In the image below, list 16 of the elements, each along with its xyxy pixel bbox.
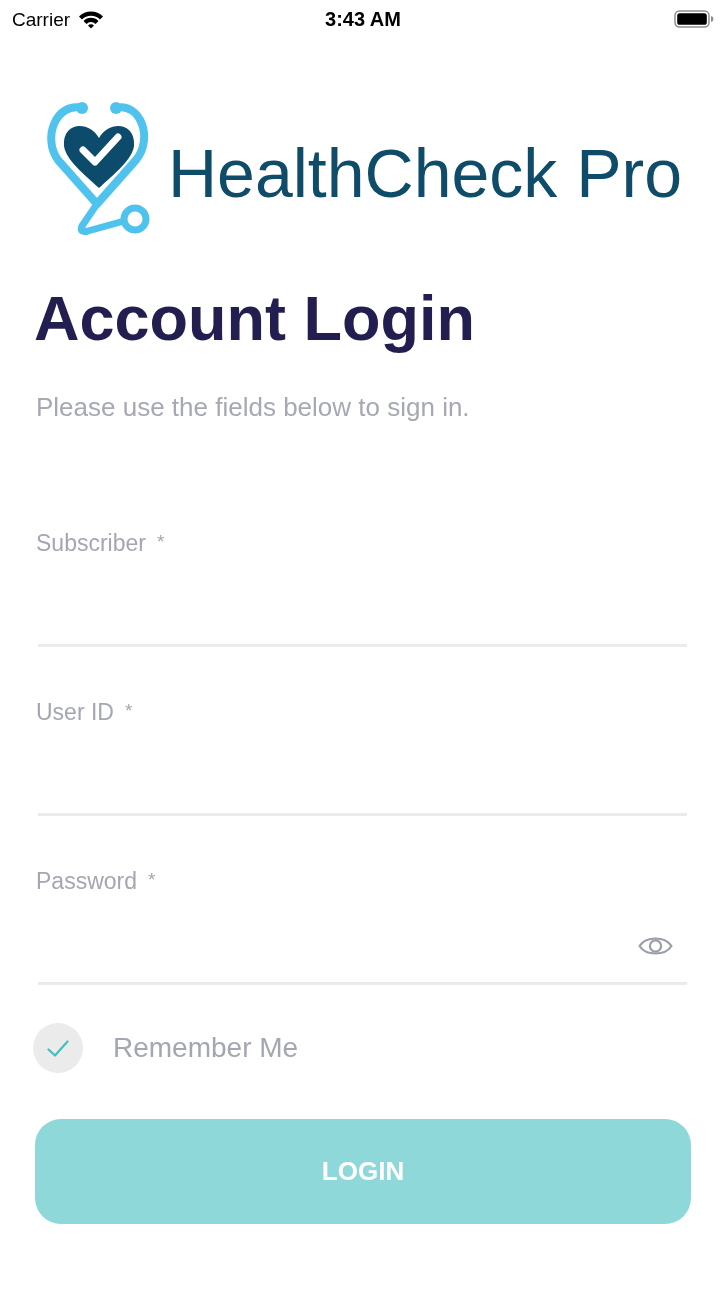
logo-text: HealthCheck Pro: [168, 139, 683, 207]
required-mark: *: [148, 870, 156, 889]
eye-icon[interactable]: [638, 934, 673, 958]
field-label: User ID: [36, 701, 114, 724]
field-label: Password: [36, 870, 137, 893]
remember-me-label: Remember Me: [113, 1034, 299, 1062]
carrier-label: Carrier: [12, 9, 71, 29]
required-mark: *: [124, 701, 133, 720]
remember-checkbox[interactable]: [33, 1023, 83, 1073]
field-label: Subscriber: [36, 532, 146, 555]
wifi-icon: [78, 9, 105, 29]
status-time: 3:43 AM: [325, 9, 401, 29]
required-mark: *: [156, 532, 165, 551]
checkmark-icon: [47, 1039, 69, 1057]
subtitle-text: Please use the fields below to sign in.: [36, 394, 471, 420]
battery-icon: [674, 10, 714, 28]
